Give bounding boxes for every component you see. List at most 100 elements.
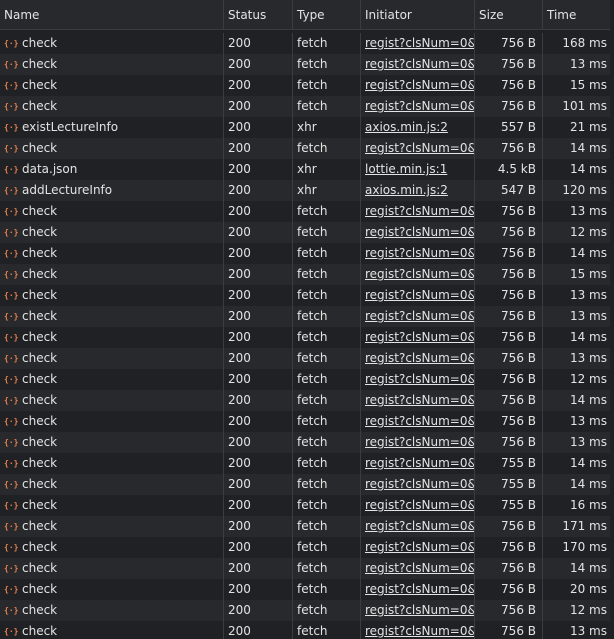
cell-name[interactable]: {·} check	[0, 537, 224, 558]
table-row[interactable]: {·}check200fetchregist?clsNum=0&su756 B1…	[0, 369, 614, 390]
table-row[interactable]: {·}check200fetchregist?clsNum=0&su756 B1…	[0, 243, 614, 264]
table-row[interactable]: {·}check200fetchregist?clsNum=0&su755 B1…	[0, 495, 614, 516]
cell-type: fetch	[293, 579, 361, 600]
table-row[interactable]: {·}check200fetchregist?clsNum=0&su756 B1…	[0, 285, 614, 306]
initiator-link[interactable]: regist?clsNum=0&su	[365, 603, 474, 617]
cell-name[interactable]: {·} check	[0, 474, 224, 495]
cell-name[interactable]: {·} check	[0, 621, 224, 639]
table-row[interactable]: {·} data.json 200 xhr lottie.min.js:1 4.5 kB 1…	[0, 159, 614, 180]
initiator-link[interactable]: regist?clsNum=0&su	[365, 246, 474, 260]
initiator-link[interactable]: regist?clsNum=0&su	[365, 267, 474, 281]
initiator-link[interactable]: regist?clsNum=0&su	[365, 477, 474, 491]
initiator-link[interactable]: regist?clsNum=0&su	[365, 582, 474, 596]
table-row[interactable]: {·}check200fetchregist?clsNum=0&su756 B1…	[0, 306, 614, 327]
table-row[interactable]: {·}check200fetchregist?clsNum=0&su756 B1…	[0, 222, 614, 243]
table-row[interactable]: {·}check200fetchregist?clsNum=0&su756 B1…	[0, 390, 614, 411]
table-row[interactable]: {·}check200fetchregist?clsNum=0&su756 B1…	[0, 327, 614, 348]
table-row[interactable]: {·}check200fetchregist?clsNum=0&su756 B1…	[0, 621, 614, 639]
initiator-link[interactable]: regist?clsNum=0&su	[365, 225, 474, 239]
table-row[interactable]: {·}check200fetchregist?clsNum=0&su756 B2…	[0, 579, 614, 600]
initiator-link[interactable]: regist?clsNum=0&su	[365, 498, 474, 512]
table-row[interactable]: {·}check200fetchregist?clsNum=0&su756 B1…	[0, 75, 614, 96]
cell-name[interactable]: {·} check	[0, 558, 224, 579]
cell-name[interactable]: {·} check	[0, 327, 224, 348]
cell-name[interactable]: {·} existLectureInfo	[0, 117, 224, 138]
request-name: check	[22, 456, 58, 470]
initiator-link[interactable]: regist?clsNum=0&su	[365, 309, 474, 323]
table-row[interactable]: {·}check200fetchregist?clsNum=0&su756 B1…	[0, 537, 614, 558]
table-row[interactable]: {·}check200fetchregist?clsNum=0&su756 B1…	[0, 138, 614, 159]
column-header-time[interactable]: Time	[543, 0, 614, 30]
cell-name[interactable]: {·} check	[0, 264, 224, 285]
column-header-size[interactable]: Size	[475, 0, 543, 30]
table-row[interactable]: {·} existLectureInfo 200 xhr axios.min.js:2 5…	[0, 117, 614, 138]
cell-size: 756 B	[475, 243, 543, 264]
cell-name[interactable]: {·} check	[0, 348, 224, 369]
column-header-name[interactable]: Name	[0, 0, 224, 30]
table-row[interactable]: {·}check200fetchregist?clsNum=0&su756 B1…	[0, 54, 614, 75]
cell-name[interactable]: {·} check	[0, 453, 224, 474]
initiator-link[interactable]: regist?clsNum=0&su	[365, 78, 474, 92]
cell-name[interactable]: {·} check	[0, 390, 224, 411]
initiator-link[interactable]: lottie.min.js:1	[365, 162, 447, 176]
initiator-link[interactable]: regist?clsNum=0&su	[365, 456, 474, 470]
column-header-status[interactable]: Status	[224, 0, 293, 30]
cell-name[interactable]: {·} check	[0, 579, 224, 600]
cell-name[interactable]: {·} check	[0, 96, 224, 117]
initiator-link[interactable]: regist?clsNum=0&su	[365, 36, 474, 50]
table-row[interactable]: {·}check200fetchregist?clsNum=0&su756 B1…	[0, 411, 614, 432]
table-row[interactable]: {·}check200fetchregist?clsNum=0&su756 B1…	[0, 264, 614, 285]
scrollbar-track[interactable]	[610, 0, 614, 639]
cell-name[interactable]: {·} check	[0, 243, 224, 264]
cell-name[interactable]: {·} check	[0, 54, 224, 75]
table-row[interactable]: {·}check200fetchregist?clsNum=0&su756 B1…	[0, 201, 614, 222]
cell-size: 755 B	[475, 495, 543, 516]
initiator-link[interactable]: regist?clsNum=0&su	[365, 372, 474, 386]
column-header-type[interactable]: Type	[293, 0, 361, 30]
initiator-link[interactable]: axios.min.js:2	[365, 183, 448, 197]
initiator-link[interactable]: regist?clsNum=0&su	[365, 519, 474, 533]
initiator-link[interactable]: regist?clsNum=0&su	[365, 393, 474, 407]
initiator-link[interactable]: regist?clsNum=0&su	[365, 57, 474, 71]
cell-name[interactable]: {·} check	[0, 369, 224, 390]
table-row[interactable]: {·}check200fetchregist?clsNum=0&su756 B1…	[0, 96, 614, 117]
cell-name[interactable]: {·} check	[0, 432, 224, 453]
table-row[interactable]: {·}check200fetchregist?clsNum=0&su755 B1…	[0, 474, 614, 495]
cell-name[interactable]: {·} addLectureInfo	[0, 180, 224, 201]
initiator-link[interactable]: regist?clsNum=0&su	[365, 288, 474, 302]
table-row[interactable]: {·}check200fetchregist?clsNum=0&su756 B1…	[0, 558, 614, 579]
initiator-link[interactable]: axios.min.js:2	[365, 120, 448, 134]
initiator-link[interactable]: regist?clsNum=0&su	[365, 435, 474, 449]
table-row[interactable]: {·}check200fetchregist?clsNum=0&su756 B1…	[0, 600, 614, 621]
initiator-link[interactable]: regist?clsNum=0&su	[365, 540, 474, 554]
cell-initiator: regist?clsNum=0&su	[361, 306, 475, 327]
cell-name[interactable]: {·} check	[0, 75, 224, 96]
cell-name[interactable]: {·} check	[0, 411, 224, 432]
table-row[interactable]: {·}check200fetchregist?clsNum=0&su756 B1…	[0, 516, 614, 537]
cell-name[interactable]: {·} data.json	[0, 159, 224, 180]
initiator-link[interactable]: regist?clsNum=0&su	[365, 141, 474, 155]
cell-name[interactable]: {·} check	[0, 138, 224, 159]
table-row[interactable]: {·}check200fetchregist?clsNum=0&su756 B1…	[0, 432, 614, 453]
table-row[interactable]: {·} addLectureInfo 200 xhr axios.min.js:2 547…	[0, 180, 614, 201]
initiator-link[interactable]: regist?clsNum=0&su	[365, 99, 474, 113]
cell-name[interactable]: {·} check	[0, 516, 224, 537]
cell-name[interactable]: {·} check	[0, 222, 224, 243]
cell-type: fetch	[293, 453, 361, 474]
initiator-link[interactable]: regist?clsNum=0&su	[365, 414, 474, 428]
initiator-link[interactable]: regist?clsNum=0&su	[365, 351, 474, 365]
cell-name[interactable]: {·} check	[0, 306, 224, 327]
initiator-link[interactable]: regist?clsNum=0&su	[365, 330, 474, 344]
column-header-initiator[interactable]: Initiator	[361, 0, 475, 30]
table-row[interactable]: {·}check200fetchregist?clsNum=0&su755 B1…	[0, 453, 614, 474]
table-row[interactable]: {·}check200fetchregist?clsNum=0&su756 B1…	[0, 33, 614, 54]
cell-name[interactable]: {·} check	[0, 33, 224, 54]
table-row[interactable]: {·}check200fetchregist?clsNum=0&su756 B1…	[0, 348, 614, 369]
cell-name[interactable]: {·} check	[0, 285, 224, 306]
initiator-link[interactable]: regist?clsNum=0&su	[365, 561, 474, 575]
cell-name[interactable]: {·} check	[0, 201, 224, 222]
cell-name[interactable]: {·} check	[0, 600, 224, 621]
initiator-link[interactable]: regist?clsNum=0&su	[365, 204, 474, 218]
initiator-link[interactable]: regist?clsNum=0&su	[365, 624, 474, 638]
cell-name[interactable]: {·} check	[0, 495, 224, 516]
